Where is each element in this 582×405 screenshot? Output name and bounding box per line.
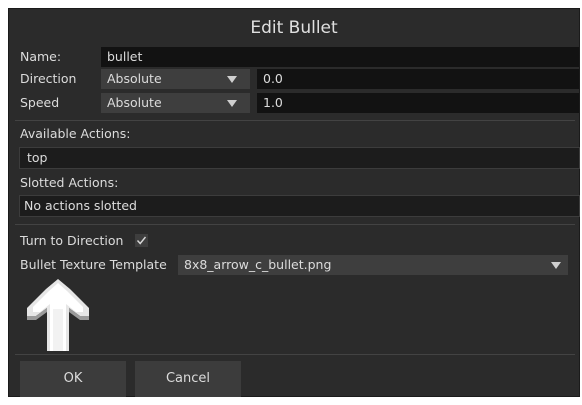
checkmark-icon <box>136 236 147 245</box>
dialog-title: Edit Bullet <box>250 18 338 38</box>
direction-mode-select[interactable]: Absolute <box>101 69 250 89</box>
turn-to-direction-checkbox[interactable] <box>135 234 148 247</box>
ok-button[interactable]: OK <box>20 361 126 397</box>
separator <box>15 354 575 355</box>
direction-label: Direction <box>20 71 77 86</box>
available-actions-list[interactable]: top <box>19 147 580 169</box>
name-label: Name: <box>20 49 62 64</box>
texture-template-label: Bullet Texture Template <box>20 257 167 272</box>
speed-mode-value: Absolute <box>107 95 162 110</box>
turn-to-direction-label: Turn to Direction <box>20 233 124 248</box>
direction-value-input[interactable]: 0.0 <box>257 69 579 89</box>
cancel-button[interactable]: Cancel <box>135 361 241 397</box>
list-item[interactable]: top <box>27 150 47 165</box>
edit-bullet-dialog: Edit Bullet Name: bullet Direction Absol… <box>8 8 580 397</box>
separator <box>15 120 575 121</box>
slotted-actions-label: Slotted Actions: <box>20 175 119 190</box>
chevron-down-icon <box>227 100 237 107</box>
chevron-down-icon <box>551 262 561 269</box>
speed-label: Speed <box>20 95 60 110</box>
chevron-down-icon <box>227 76 237 83</box>
texture-template-select[interactable]: 8x8_arrow_c_bullet.png <box>178 255 568 275</box>
available-actions-label: Available Actions: <box>20 126 131 141</box>
slotted-placeholder: No actions slotted <box>24 198 137 213</box>
separator <box>15 224 575 225</box>
direction-mode-value: Absolute <box>107 71 162 86</box>
texture-template-value: 8x8_arrow_c_bullet.png <box>184 257 332 272</box>
bullet-arrow-preview <box>27 279 89 351</box>
speed-mode-select[interactable]: Absolute <box>101 93 250 113</box>
slotted-actions-list[interactable]: No actions slotted <box>19 195 580 217</box>
speed-value-input[interactable]: 1.0 <box>257 93 579 113</box>
name-input[interactable]: bullet <box>101 47 579 67</box>
